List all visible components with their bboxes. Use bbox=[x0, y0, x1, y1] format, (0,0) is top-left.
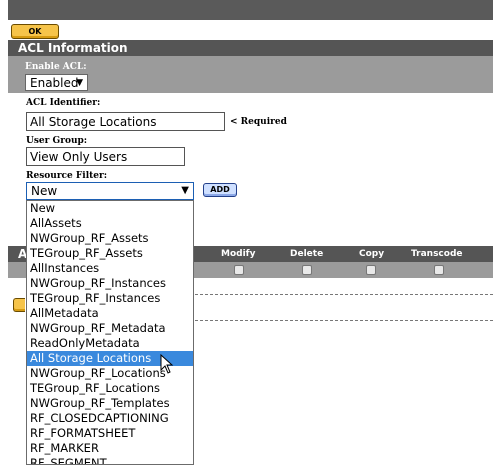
dropdown-option[interactable]: New bbox=[27, 201, 193, 216]
user-group-input[interactable]: View Only Users bbox=[26, 147, 185, 166]
modify-checkbox[interactable] bbox=[234, 265, 244, 275]
resource-filter-value: New bbox=[31, 184, 58, 198]
dropdown-option[interactable]: TEGroup_RF_Assets bbox=[27, 246, 193, 261]
copy-checkbox[interactable] bbox=[366, 265, 376, 275]
enable-acl-row: Enable ACL: Enabled ▼ bbox=[8, 56, 493, 93]
acl-identifier-input[interactable]: All Storage Locations bbox=[26, 112, 225, 131]
resource-filter-label: Resource Filter: bbox=[26, 171, 108, 181]
enable-acl-select[interactable]: Enabled ▼ bbox=[25, 74, 88, 91]
acl-identifier-label: ACL Identifier: bbox=[26, 98, 101, 108]
dropdown-arrow-icon: ▼ bbox=[181, 185, 189, 196]
dropdown-option[interactable]: RF_CLOSEDCAPTIONING bbox=[27, 411, 193, 426]
column-delete: Delete bbox=[290, 249, 324, 259]
divider bbox=[190, 294, 493, 295]
dropdown-option[interactable]: TEGroup_RF_Locations bbox=[27, 381, 193, 396]
user-group-label: User Group: bbox=[26, 136, 88, 146]
column-copy: Copy bbox=[359, 249, 385, 259]
dropdown-option[interactable]: AllMetadata bbox=[27, 306, 193, 321]
dropdown-option[interactable]: TEGroup_RF_Instances bbox=[27, 291, 193, 306]
dropdown-option[interactable]: NWGroup_RF_Assets bbox=[27, 231, 193, 246]
dropdown-option[interactable]: NWGroup_RF_Metadata bbox=[27, 321, 193, 336]
dropdown-option[interactable]: NWGroup_RF_Templates bbox=[27, 396, 193, 411]
delete-checkbox[interactable] bbox=[302, 265, 312, 275]
acl-information-header: ACL Information bbox=[8, 40, 493, 56]
dropdown-option[interactable]: RF_SEGMENT bbox=[27, 456, 193, 464]
add-button[interactable]: ADD bbox=[203, 183, 237, 197]
enable-acl-label: Enable ACL: bbox=[25, 62, 87, 72]
permissions-header-title: A bbox=[8, 246, 28, 262]
ok-button[interactable]: OK bbox=[11, 24, 59, 39]
dropdown-arrow-icon: ▼ bbox=[76, 78, 83, 88]
dropdown-option[interactable]: RF_FORMATSHEET bbox=[27, 426, 193, 441]
mouse-cursor-icon bbox=[160, 354, 174, 374]
column-transcode: Transcode bbox=[411, 249, 463, 259]
top-bar bbox=[8, 0, 493, 20]
resource-filter-dropdown[interactable]: New AllAssets NWGroup_RF_Assets TEGroup_… bbox=[26, 200, 194, 465]
dropdown-option[interactable]: AllInstances bbox=[27, 261, 193, 276]
dropdown-option[interactable]: RF_MARKER bbox=[27, 441, 193, 456]
required-indicator: < Required bbox=[230, 117, 287, 127]
dropdown-option[interactable]: ReadOnlyMetadata bbox=[27, 336, 193, 351]
divider bbox=[190, 320, 493, 321]
transcode-checkbox[interactable] bbox=[434, 265, 444, 275]
dropdown-option[interactable]: AllAssets bbox=[27, 216, 193, 231]
column-modify: Modify bbox=[221, 249, 256, 259]
dropdown-option[interactable]: NWGroup_RF_Instances bbox=[27, 276, 193, 291]
enable-acl-value: Enabled bbox=[30, 76, 79, 90]
ok-button-bottom[interactable] bbox=[13, 298, 25, 312]
resource-filter-select[interactable]: New ▼ bbox=[26, 182, 194, 200]
